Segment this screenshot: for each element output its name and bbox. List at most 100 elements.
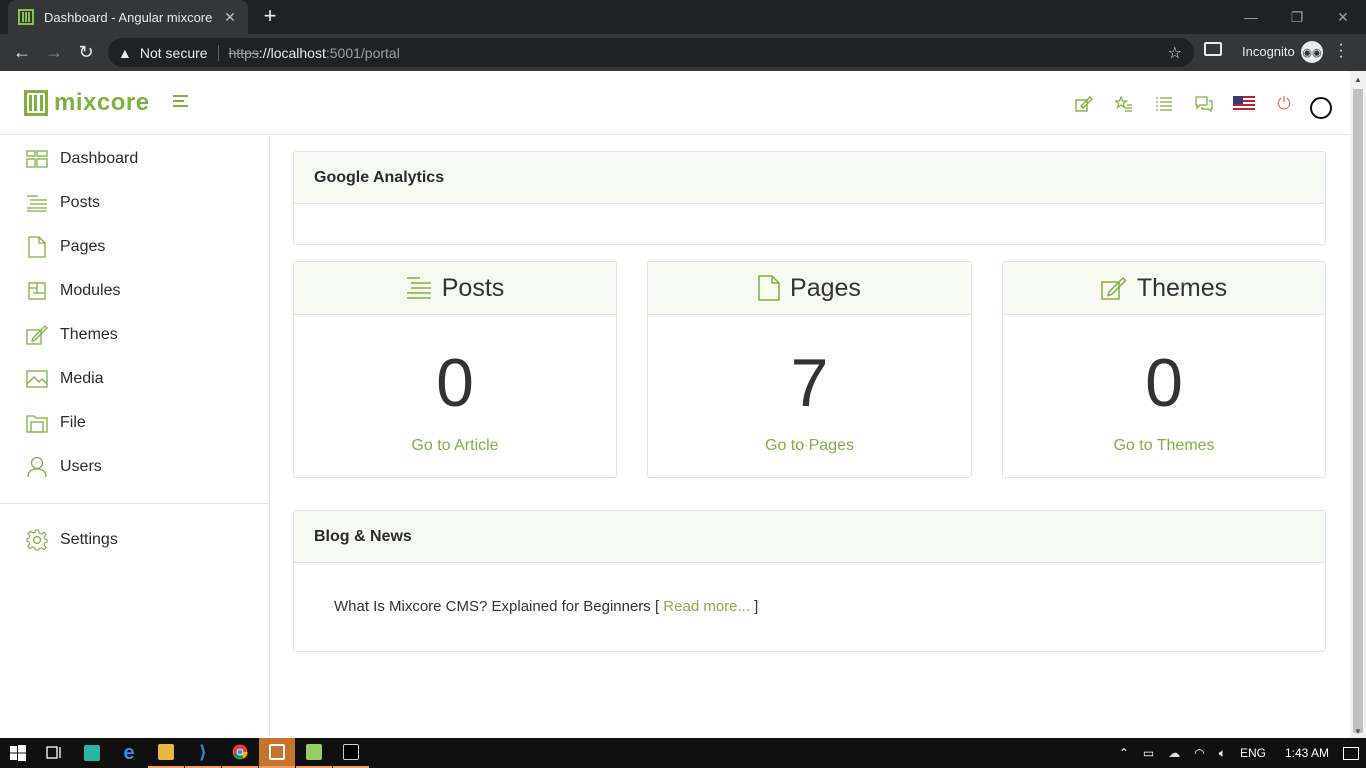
power-icon[interactable]: ⏻ xyxy=(1264,90,1304,118)
volume-icon[interactable]: 🔈︎ xyxy=(1219,746,1226,761)
windows-start-icon[interactable] xyxy=(0,738,36,768)
sidebar-item-media[interactable]: Media xyxy=(0,361,269,397)
onedrive-icon[interactable]: ☁ xyxy=(1168,746,1180,760)
posts-icon xyxy=(406,276,432,300)
scroll-up-icon[interactable]: ▲ xyxy=(1353,75,1363,84)
edit-icon[interactable] xyxy=(1064,90,1104,118)
pages-icon xyxy=(26,236,48,258)
messages-icon[interactable] xyxy=(1184,90,1224,118)
browser-toolbar: ← → ↻ ▲ Not secure https ://localhost :5… xyxy=(0,34,1366,71)
logo-text: mixcore xyxy=(54,89,150,116)
sidebar-item-posts[interactable]: Posts xyxy=(0,185,269,221)
go-to-article-link[interactable]: Go to Article xyxy=(294,437,616,455)
restore-icon[interactable]: ❐ xyxy=(1274,0,1320,34)
posts-card: Posts 0 Go to Article xyxy=(293,261,617,478)
sidebar-item-file[interactable]: File xyxy=(0,405,269,441)
browser-menu-icon[interactable]: · · · xyxy=(1336,37,1346,65)
sidebar-item-label: Themes xyxy=(60,326,118,343)
tray-expand-icon[interactable]: ⌃ xyxy=(1119,746,1129,760)
chrome-icon[interactable] xyxy=(222,738,258,768)
dashboard-icon xyxy=(26,148,48,170)
google-analytics-title: Google Analytics xyxy=(294,152,1325,204)
forward-icon[interactable]: → xyxy=(42,40,66,64)
bookmark-star-icon[interactable]: ☆ xyxy=(1168,43,1182,63)
battery-icon[interactable]: ▭ xyxy=(1143,746,1154,760)
tab-title: Dashboard - Angular mixcore xyxy=(44,9,213,25)
reload-icon[interactable]: ↻ xyxy=(74,40,98,64)
remote-app-icon[interactable] xyxy=(259,738,295,768)
new-tab-button[interactable]: + xyxy=(258,5,282,27)
tab-close-icon[interactable]: ✕ xyxy=(222,9,238,26)
url-host: ://localhost xyxy=(258,44,326,61)
user-avatar-icon[interactable] xyxy=(1310,97,1332,119)
mixcore-logo-icon xyxy=(24,90,48,116)
news-item: What Is Mixcore CMS? Explained for Begin… xyxy=(294,563,1325,650)
news-item-text: What Is Mixcore CMS? Explained for Begin… xyxy=(334,598,664,615)
posts-card-title: Posts xyxy=(441,273,505,302)
warning-triangle-icon: ▲ xyxy=(118,44,132,61)
window-close-icon[interactable]: ✕ xyxy=(1320,0,1366,34)
pages-card: Pages 7 Go to Pages xyxy=(647,261,972,478)
browser-tab-active[interactable]: Dashboard - Angular mixcore ✕ xyxy=(8,0,248,34)
vscode-icon[interactable]: ⟩ xyxy=(185,738,221,768)
sidebar-item-modules[interactable]: Modules xyxy=(0,273,269,309)
themes-card-title: Themes xyxy=(1136,273,1228,302)
mixcore-logo[interactable]: mixcore xyxy=(24,89,150,117)
pages-card-title: Pages xyxy=(790,273,861,302)
scroll-down-icon[interactable]: ▼ xyxy=(1353,727,1363,736)
pages-icon xyxy=(758,275,780,301)
pages-count: 7 xyxy=(790,345,829,421)
themes-icon xyxy=(1101,276,1127,300)
address-bar[interactable]: ▲ Not secure https ://localhost :5001/po… xyxy=(108,38,1194,67)
star-list-icon[interactable] xyxy=(1104,90,1144,118)
task-view-icon[interactable] xyxy=(36,738,72,768)
sidebar-item-pages[interactable]: Pages xyxy=(0,229,269,265)
posts-count: 0 xyxy=(436,345,474,421)
sidebar-item-label: Dashboard xyxy=(60,150,139,167)
input-language[interactable]: ENG xyxy=(1240,746,1266,760)
url-path: :5001/portal xyxy=(325,44,400,61)
users-icon xyxy=(26,456,48,478)
notification-center-icon[interactable] xyxy=(1343,746,1359,760)
list-icon[interactable] xyxy=(1144,90,1184,118)
themes-count: 0 xyxy=(1145,345,1183,421)
system-clock[interactable]: 1:43 AM xyxy=(1285,746,1329,760)
cast-icon[interactable] xyxy=(1204,42,1222,56)
themes-card-header: Themes xyxy=(1003,262,1325,315)
read-more-link[interactable]: Read more... xyxy=(663,598,750,615)
command-prompt-icon[interactable] xyxy=(333,738,369,768)
sidebar-item-settings[interactable]: Settings xyxy=(0,522,269,558)
sidebar-divider xyxy=(0,503,269,504)
file-explorer-icon[interactable] xyxy=(148,738,184,768)
store-app-icon[interactable] xyxy=(74,738,110,768)
go-to-pages-link[interactable]: Go to Pages xyxy=(648,437,971,455)
incognito-icon[interactable]: ◉◉ xyxy=(1301,41,1323,63)
sidebar-item-users[interactable]: Users xyxy=(0,449,269,485)
google-analytics-panel: Google Analytics xyxy=(293,151,1326,245)
scroll-thumb[interactable] xyxy=(1353,89,1363,733)
sidebar-item-label: Media xyxy=(60,370,104,387)
window-controls: — ❐ ✕ xyxy=(1228,0,1366,34)
news-item-suffix: ] xyxy=(750,598,759,615)
windows-taskbar: e ⟩ ⌃ ▭ ☁ ◠ 🔈︎ ENG 1:43 AM xyxy=(0,738,1366,768)
back-icon[interactable]: ← xyxy=(10,40,34,64)
minimize-icon[interactable]: — xyxy=(1228,0,1274,34)
sidebar-item-label: Modules xyxy=(60,282,121,299)
wifi-icon[interactable]: ◠ xyxy=(1194,746,1204,760)
sidebar-toggle-icon[interactable] xyxy=(173,95,188,107)
sidebar-item-label: Settings xyxy=(60,531,118,548)
themes-card: Themes 0 Go to Themes xyxy=(1002,261,1326,478)
notepad-icon[interactable] xyxy=(296,738,332,768)
pages-card-header: Pages xyxy=(648,262,971,315)
sidebar-item-dashboard[interactable]: Dashboard xyxy=(0,141,269,177)
mixcore-favicon-icon xyxy=(18,9,34,25)
url-scheme: https xyxy=(228,44,259,61)
posts-card-header: Posts xyxy=(294,262,616,315)
posts-icon xyxy=(26,192,48,214)
edge-browser-icon[interactable]: e xyxy=(111,738,147,768)
page-scrollbar[interactable]: ▲ ▼ xyxy=(1350,71,1366,738)
us-flag-icon[interactable] xyxy=(1224,90,1264,118)
sidebar-item-label: Pages xyxy=(60,238,106,255)
go-to-themes-link[interactable]: Go to Themes xyxy=(1003,437,1325,455)
sidebar-item-themes[interactable]: Themes xyxy=(0,317,269,353)
